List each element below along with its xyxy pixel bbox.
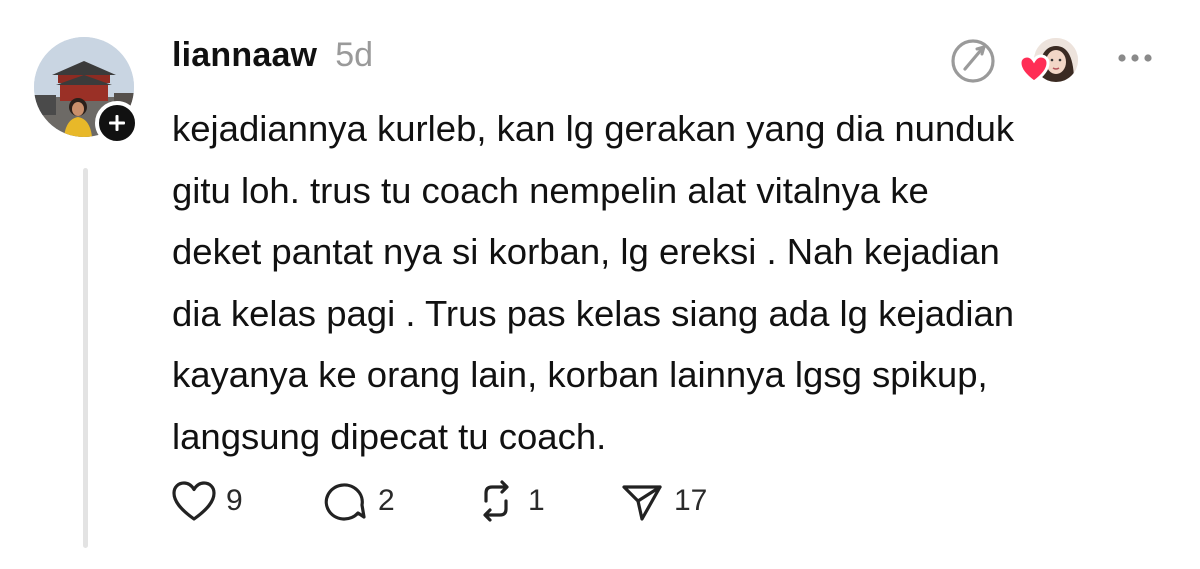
reply-icon: [324, 483, 366, 521]
share-button[interactable]: 17: [618, 476, 707, 526]
post-body-line: langsung dipecat tu coach.: [172, 415, 607, 457]
heart-icon: [172, 481, 216, 521]
like-button[interactable]: 9: [170, 476, 243, 526]
post-body-line: kejadiannya kurleb, kan lg gerakan yang …: [172, 108, 1015, 149]
repost-button[interactable]: 1: [472, 476, 545, 526]
reply-count: 2: [378, 484, 395, 517]
post-header: liannaaw 5d: [172, 36, 373, 84]
repost-count: 1: [528, 484, 545, 517]
username[interactable]: liannaaw: [172, 36, 317, 75]
thread-post: liannaaw 5d kejadiannya kurleb, kan lg g…: [0, 0, 1200, 569]
more-icon[interactable]: [1112, 48, 1158, 68]
share-count: 17: [674, 484, 708, 517]
post-body: kejadiannya kurleb, kan lg gerakan yang …: [172, 98, 1182, 467]
post-body-line: gitu loh. trus tu coach nempelin alat vi…: [172, 169, 929, 211]
translate-icon[interactable]: [948, 36, 998, 86]
header-actions: [900, 36, 1200, 86]
liked-by-author: [1018, 36, 1084, 92]
send-icon: [622, 485, 662, 521]
thread-line: [83, 168, 88, 548]
reply-button[interactable]: 2: [322, 476, 395, 526]
follow-button[interactable]: [95, 101, 139, 145]
post-body-line: dia kelas pagi . Trus pas kelas siang ad…: [172, 292, 1015, 334]
post-time: 5d: [335, 36, 374, 74]
heart-icon: [1018, 54, 1050, 84]
like-count: 9: [226, 484, 243, 517]
post-body-line: kayanya ke orang lain, korban lainnya lg…: [172, 354, 988, 395]
plus-icon: [109, 115, 125, 131]
repost-icon: [483, 480, 509, 522]
post-body-line: deket pantat nya si korban, lg ereksi . …: [172, 231, 1000, 272]
